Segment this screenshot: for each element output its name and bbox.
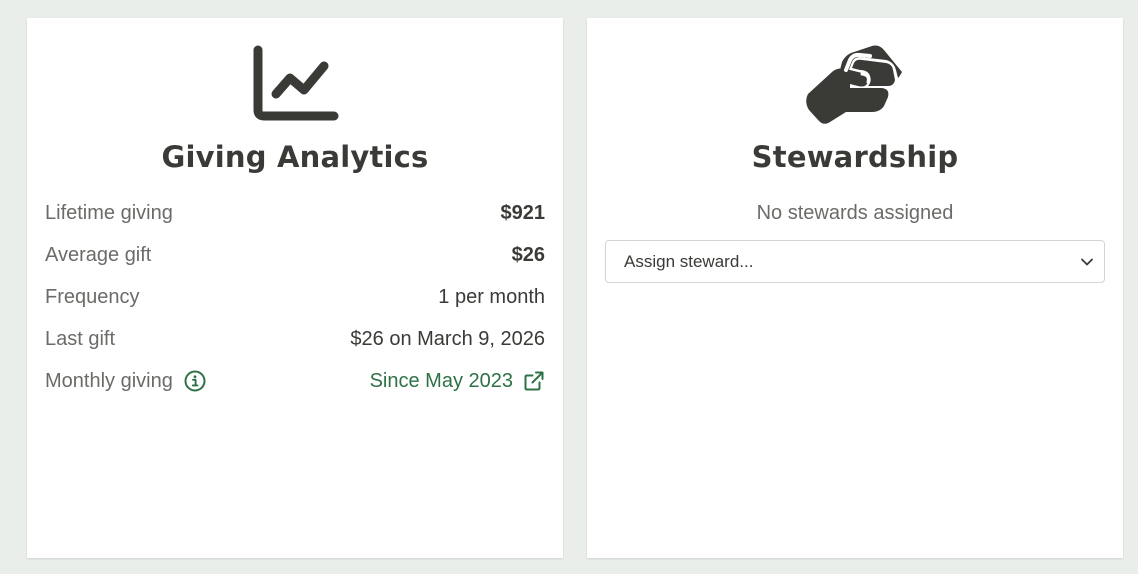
giving-stats-list: Lifetime giving $921 Average gift $26 Fr…	[45, 192, 545, 402]
handshake-icon	[800, 42, 910, 126]
stat-row-lifetime-giving: Lifetime giving $921	[45, 192, 545, 234]
frequency-value: 1 per month	[438, 285, 545, 308]
monthly-giving-label: Monthly giving	[45, 369, 173, 392]
lifetime-giving-label: Lifetime giving	[45, 201, 173, 224]
lifetime-giving-value: $921	[500, 201, 546, 224]
external-link-icon	[523, 370, 545, 392]
frequency-label: Frequency	[45, 285, 140, 308]
monthly-giving-link[interactable]: Since May 2023	[370, 370, 545, 393]
giving-analytics-title: Giving Analytics	[161, 140, 429, 174]
chevron-down-icon	[1080, 255, 1094, 269]
stat-row-monthly-giving: Monthly giving Since May 2023	[45, 360, 545, 402]
average-gift-value: $26	[511, 243, 545, 266]
stat-row-last-gift: Last gift $26 on March 9, 2026	[45, 318, 545, 360]
line-chart-icon	[240, 42, 350, 126]
stewardship-title: Stewardship	[751, 140, 959, 174]
giving-analytics-card: Giving Analytics Lifetime giving $921 Av…	[27, 18, 563, 558]
stewards-status-text: No stewards assigned	[756, 202, 954, 224]
stat-row-frequency: Frequency 1 per month	[45, 276, 545, 318]
stat-row-average-gift: Average gift $26	[45, 234, 545, 276]
last-gift-label: Last gift	[45, 327, 116, 350]
average-gift-label: Average gift	[45, 243, 152, 266]
info-circle-icon[interactable]	[184, 370, 206, 392]
monthly-giving-value: Since May 2023	[369, 369, 513, 392]
assign-steward-selected-value: Assign steward...	[624, 251, 754, 271]
last-gift-value: $26 on March 9, 2026	[350, 327, 545, 350]
assign-steward-select[interactable]: Assign steward...	[605, 240, 1105, 283]
monthly-giving-label-group: Monthly giving	[45, 370, 206, 393]
stewardship-card: Stewardship No stewards assigned Assign …	[587, 18, 1123, 558]
